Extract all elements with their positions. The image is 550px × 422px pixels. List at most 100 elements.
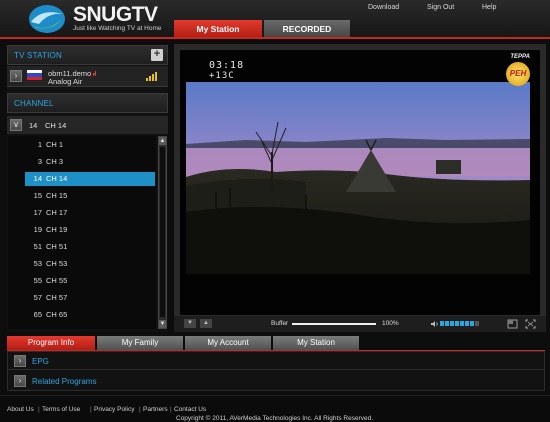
channel-scrollbar[interactable]: ▲ ▼ bbox=[158, 136, 167, 329]
epg-row[interactable]: › EPG bbox=[8, 352, 544, 370]
buffer-label: Buffer bbox=[271, 320, 289, 327]
channel-item[interactable]: 15 CH 15 bbox=[25, 189, 155, 203]
scroll-up-icon[interactable]: ▲ bbox=[159, 137, 166, 145]
channel-name: CH 65 bbox=[46, 310, 68, 319]
channel-item[interactable]: 19 CH 19 bbox=[25, 223, 155, 237]
add-station-button[interactable]: + bbox=[151, 49, 163, 61]
station-type: Analog Air bbox=[48, 77, 83, 86]
channel-number: 14 bbox=[33, 174, 42, 183]
download-link[interactable]: Download bbox=[368, 4, 399, 11]
channel-number: 55 bbox=[33, 276, 42, 285]
channel-name: CH 55 bbox=[46, 276, 68, 285]
tab-recorded[interactable]: RECORDED bbox=[264, 20, 350, 38]
program-info-panel: › EPG › Related Programs bbox=[7, 351, 545, 391]
channel-list: 1 CH 1 3 CH 3 14 CH 14 15 CH 15 17 CH 17 19 CH… bbox=[8, 136, 156, 329]
header-divider bbox=[0, 37, 550, 39]
privacy-policy-link[interactable]: Privacy Policy bbox=[94, 406, 134, 413]
tv-station-title: TV STATION bbox=[14, 51, 62, 60]
channel-item[interactable]: 51 CH 51 bbox=[25, 240, 155, 254]
channel-name: CH 51 bbox=[46, 242, 68, 251]
channel-name: CH 3 bbox=[46, 157, 64, 166]
epg-label[interactable]: EPG bbox=[32, 357, 49, 366]
video-player: 03:18 +13C ТЕРРА РЕН ▼ ▲ Buffer 100% bbox=[174, 44, 546, 332]
footer-separator: | bbox=[38, 406, 40, 413]
tab-my-account[interactable]: My Account bbox=[185, 336, 271, 350]
tab-my-station-bottom[interactable]: My Station bbox=[273, 336, 359, 350]
channel-logo-caption: ТЕРРА bbox=[510, 54, 530, 60]
channel-header: CHANNEL bbox=[7, 93, 168, 113]
related-programs-row[interactable]: › Related Programs bbox=[8, 372, 544, 390]
station-row[interactable]: › obm11.demo - Analog Air bbox=[7, 66, 168, 87]
volume-slider[interactable] bbox=[440, 321, 500, 326]
collapse-channel-icon[interactable]: ∨ bbox=[10, 119, 22, 131]
tab-my-station[interactable]: My Station bbox=[174, 20, 262, 38]
about-us-link[interactable]: About Us bbox=[7, 406, 34, 413]
footer-separator: | bbox=[170, 406, 172, 413]
channel-number: 65 bbox=[33, 310, 42, 319]
expand-related-programs-icon[interactable]: › bbox=[14, 375, 26, 387]
scroll-thumb[interactable] bbox=[160, 147, 165, 317]
footer-separator: | bbox=[90, 406, 92, 413]
channel-item[interactable]: 17 CH 17 bbox=[25, 206, 155, 220]
video-frame-image bbox=[186, 82, 530, 274]
footer-separator: | bbox=[139, 406, 141, 413]
help-link[interactable]: Help bbox=[482, 4, 496, 11]
fullscreen-icon[interactable] bbox=[525, 319, 536, 329]
expand-station-icon[interactable]: › bbox=[10, 70, 22, 82]
channel-item[interactable]: 65 CH 65 bbox=[25, 308, 155, 322]
footer-divider bbox=[0, 395, 550, 396]
tab-program-info[interactable]: Program Info bbox=[7, 336, 95, 350]
scroll-down-icon[interactable]: ▼ bbox=[159, 320, 166, 328]
channel-item[interactable]: 55 CH 55 bbox=[25, 274, 155, 288]
expand-epg-icon[interactable]: › bbox=[14, 355, 26, 367]
channel-number: 19 bbox=[33, 225, 42, 234]
channel-number: 53 bbox=[33, 259, 42, 268]
channel-title: CHANNEL bbox=[14, 99, 54, 108]
osd-temperature: +13C bbox=[209, 71, 235, 81]
brand-tagline: Just like Watching TV at Home bbox=[73, 25, 162, 32]
window-mode-icon[interactable] bbox=[507, 319, 518, 329]
channel-up-icon[interactable]: ▲ bbox=[200, 319, 212, 328]
sign-out-link[interactable]: Sign Out bbox=[427, 4, 454, 11]
buffer-fill bbox=[292, 323, 376, 325]
channel-item[interactable]: 1 CH 1 bbox=[25, 138, 155, 152]
buffer-bar bbox=[292, 323, 376, 325]
station-activity-icon bbox=[92, 70, 102, 76]
tv-station-header: TV STATION + bbox=[7, 45, 168, 65]
tab-my-family[interactable]: My Family bbox=[97, 336, 183, 350]
channel-number: 57 bbox=[33, 293, 42, 302]
channel-name: CH 57 bbox=[46, 293, 68, 302]
channel-logo: РЕН bbox=[506, 62, 530, 86]
channel-item[interactable]: 57 CH 57 bbox=[25, 291, 155, 305]
contact-us-link[interactable]: Contact Us bbox=[174, 406, 206, 413]
left-panel: TV STATION + › obm11.demo - Analog Air C… bbox=[7, 45, 168, 332]
copyright: Copyright © 2011, AVerMedia Technologies… bbox=[176, 415, 374, 422]
signal-strength-icon bbox=[146, 72, 158, 81]
current-channel-number: 14 bbox=[29, 121, 38, 130]
partners-link[interactable]: Partners bbox=[143, 406, 168, 413]
channel-number: 17 bbox=[33, 208, 42, 217]
related-programs-label[interactable]: Related Programs bbox=[32, 377, 96, 386]
current-channel-name: CH 14 bbox=[45, 121, 67, 130]
player-controls: ▼ ▲ Buffer 100% bbox=[174, 316, 546, 332]
buffer-value: 100% bbox=[382, 320, 399, 327]
video-screen[interactable]: 03:18 +13C ТЕРРА РЕН bbox=[180, 50, 540, 315]
osd-time: 03:18 bbox=[209, 60, 245, 71]
channel-item[interactable]: 3 CH 3 bbox=[25, 155, 155, 169]
footer: About Us | Terms of Use | Privacy Policy… bbox=[0, 399, 550, 422]
channel-item-selected[interactable]: 14 CH 14 bbox=[25, 172, 155, 186]
channel-name: CH 19 bbox=[46, 225, 68, 234]
bottom-tabs: Program Info My Family My Account My Sta… bbox=[7, 336, 545, 350]
channel-down-icon[interactable]: ▼ bbox=[184, 319, 196, 328]
channel-name: CH 14 bbox=[46, 174, 68, 183]
channel-number: 3 bbox=[37, 157, 42, 166]
brand-name: SNUGTV bbox=[73, 3, 158, 26]
channel-item[interactable]: 53 CH 53 bbox=[25, 257, 155, 271]
channel-name: CH 53 bbox=[46, 259, 68, 268]
terms-of-use-link[interactable]: Terms of Use bbox=[42, 406, 80, 413]
volume-icon[interactable] bbox=[431, 320, 439, 328]
top-links: Download Sign Out Help bbox=[350, 4, 550, 16]
header: SNUGTV Just like Watching TV at Home Dow… bbox=[0, 0, 550, 38]
russia-flag-icon bbox=[27, 70, 42, 80]
current-channel[interactable]: ∨ 14 CH 14 bbox=[7, 116, 168, 134]
